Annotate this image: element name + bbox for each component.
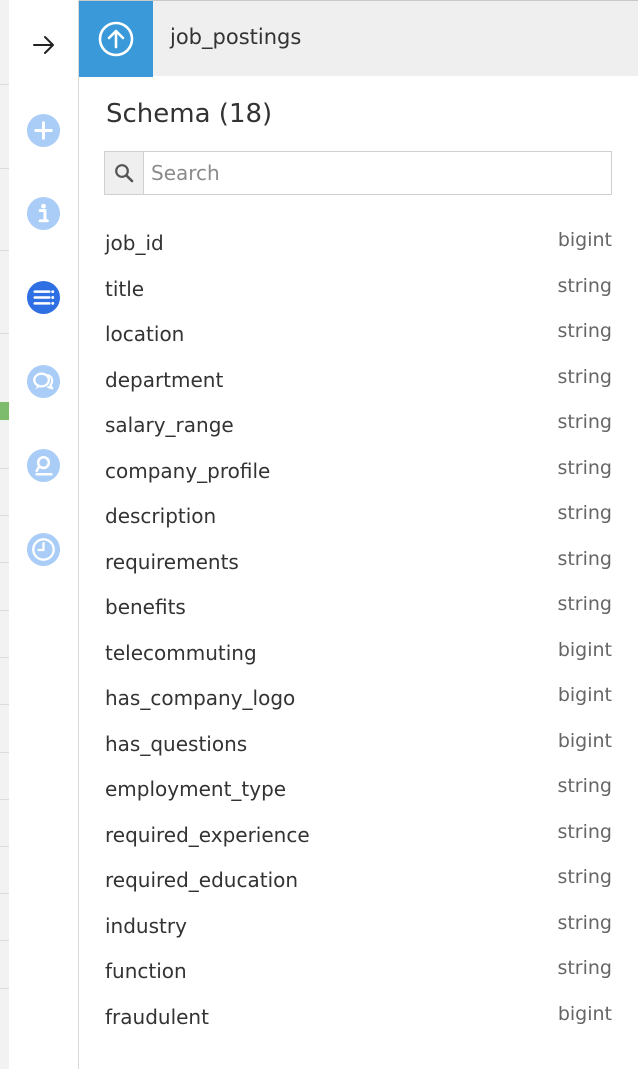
field-name: fraudulent: [105, 1004, 209, 1029]
field-type: string: [557, 547, 612, 570]
schema-field-row[interactable]: telecommuting bigint: [105, 631, 612, 677]
field-type: string: [557, 593, 612, 615]
schema-field-row[interactable]: department string: [105, 358, 612, 404]
schema-field-row[interactable]: fraudulent bigint: [105, 995, 612, 1041]
rail-lab-button[interactable]: [9, 448, 78, 483]
schema-search-input[interactable]: [144, 152, 610, 194]
field-name: required_experience: [105, 822, 310, 847]
field-type: bigint: [557, 229, 612, 251]
side-icon-rail: [9, 0, 79, 1069]
field-type: string: [557, 411, 612, 433]
field-type: bigint: [557, 1002, 612, 1025]
schema-field-row[interactable]: employment_type string: [105, 767, 612, 813]
field-name: benefits: [105, 595, 186, 619]
search-icon: [115, 164, 134, 183]
field-name: location: [105, 322, 185, 346]
field-name: description: [105, 504, 217, 528]
rail-add-button[interactable]: [9, 113, 78, 148]
field-type: string: [557, 320, 612, 342]
field-name: title: [105, 276, 145, 301]
schema-field-row[interactable]: has_questions bigint: [105, 722, 612, 768]
field-name: requirements: [105, 549, 239, 574]
field-name: has_company_logo: [105, 686, 296, 710]
schema-field-row[interactable]: description string: [105, 494, 612, 540]
field-type: string: [557, 274, 612, 297]
rail-info-button[interactable]: [9, 196, 78, 231]
schema-list-icon: [26, 280, 61, 315]
lab-flask-icon: [26, 448, 61, 483]
schema-field-row[interactable]: company_profile string: [105, 449, 612, 495]
rail-history-button[interactable]: [9, 532, 78, 567]
field-name: function: [105, 959, 187, 983]
schema-field-row[interactable]: requirements string: [105, 540, 612, 586]
dataset-header: job_postings: [79, 0, 638, 77]
field-name: telecommuting: [105, 640, 257, 665]
arrow-right-icon: [32, 36, 54, 54]
field-name: company_profile: [105, 458, 271, 483]
schema-field-row[interactable]: function string: [105, 949, 612, 995]
schema-field-row[interactable]: industry string: [105, 904, 612, 950]
rail-discussions-button[interactable]: [9, 364, 78, 399]
field-type: string: [557, 456, 612, 479]
background-page-edge: [0, 0, 9, 1069]
field-type: bigint: [557, 684, 612, 706]
background-status-mark: [0, 402, 9, 420]
field-type: string: [557, 775, 612, 797]
collapse-panel-button[interactable]: [9, 32, 78, 58]
chat-bubbles-icon: [26, 364, 61, 399]
plus-circle-icon: [26, 113, 61, 148]
field-name: employment_type: [105, 777, 287, 801]
field-type: string: [557, 820, 612, 843]
field-name: salary_range: [105, 413, 234, 437]
schema-field-row[interactable]: required_experience string: [105, 813, 612, 859]
search-icon-button[interactable]: [105, 152, 144, 194]
schema-search-box: [104, 151, 612, 195]
schema-field-list: job_id bigint title string location string dep…: [105, 221, 612, 1040]
field-name: required_education: [105, 868, 299, 892]
field-name: job_id: [105, 231, 164, 255]
schema-field-row[interactable]: has_company_logo bigint: [105, 676, 612, 722]
dataset-type-badge: [79, 1, 153, 77]
rail-schema-button[interactable]: [9, 280, 78, 315]
field-name: department: [105, 367, 224, 392]
upload-circle-icon: [98, 21, 134, 57]
field-type: string: [557, 365, 612, 388]
clock-history-icon: [26, 532, 61, 567]
schema-field-row[interactable]: benefits string: [105, 585, 612, 631]
schema-field-row[interactable]: title string: [105, 267, 612, 313]
schema-field-row[interactable]: salary_range string: [105, 403, 612, 449]
info-circle-icon: [26, 196, 61, 231]
field-name: has_questions: [105, 731, 248, 756]
field-type: string: [557, 911, 612, 934]
field-name: industry: [105, 913, 187, 938]
field-type: string: [557, 866, 612, 888]
schema-heading: Schema (18): [106, 99, 273, 129]
schema-field-row[interactable]: job_id bigint: [105, 221, 612, 267]
dataset-name: job_postings: [170, 25, 302, 49]
schema-field-row[interactable]: required_education string: [105, 858, 612, 904]
field-type: bigint: [557, 638, 612, 661]
field-type: string: [557, 957, 612, 979]
schema-field-row[interactable]: location string: [105, 312, 612, 358]
field-type: string: [557, 502, 612, 524]
field-type: bigint: [557, 729, 612, 752]
